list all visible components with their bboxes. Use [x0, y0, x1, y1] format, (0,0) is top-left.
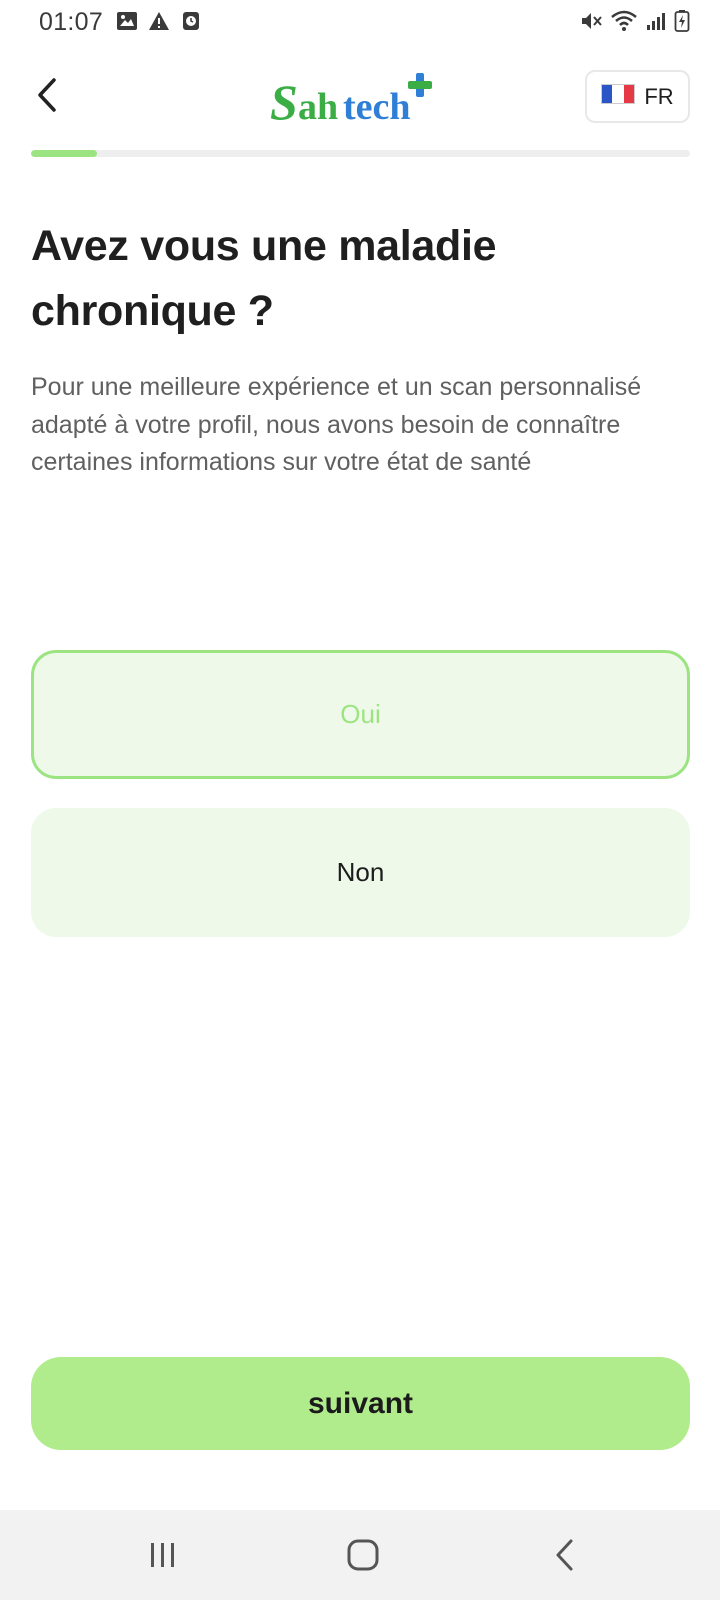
- image-icon: [116, 10, 138, 32]
- battery-charging-icon: [674, 9, 690, 33]
- status-time: 01:07: [39, 8, 104, 36]
- home-icon: [347, 1539, 379, 1571]
- progress-bar: [31, 150, 690, 157]
- back-icon: [556, 1539, 573, 1571]
- next-button-label: suivant: [307, 1386, 414, 1420]
- option-oui[interactable]: Oui: [31, 650, 690, 779]
- system-nav-bar: [0, 1510, 720, 1600]
- top-bar: S ah tech FR: [0, 60, 720, 140]
- alarm-icon: [180, 10, 202, 32]
- status-right-icons: [579, 9, 690, 33]
- question-title: Avez vous une maladie chronique ?: [31, 222, 497, 335]
- home-button[interactable]: [318, 1510, 408, 1600]
- recent-apps-icon: [151, 1543, 174, 1567]
- mute-icon: [579, 9, 603, 33]
- language-selector[interactable]: FR: [585, 70, 690, 123]
- option-label: Oui: [340, 699, 381, 729]
- french-flag-icon: [601, 82, 636, 111]
- status-left-icons: [116, 10, 202, 32]
- svg-text:tech: tech: [343, 86, 411, 128]
- svg-text:ah: ah: [298, 86, 338, 128]
- signal-icon: [645, 10, 667, 32]
- question-description: Pour une meilleure expérience et un scan…: [31, 373, 642, 476]
- progress-fill: [31, 150, 97, 157]
- chevron-left-icon: [38, 78, 56, 112]
- recent-apps-button[interactable]: [118, 1510, 208, 1600]
- back-button[interactable]: [22, 70, 72, 120]
- option-label: Non: [336, 857, 385, 887]
- next-button[interactable]: suivant: [31, 1357, 690, 1450]
- svg-text:S: S: [270, 74, 298, 128]
- language-code: FR: [644, 83, 674, 109]
- status-bar: 01:07: [0, 0, 720, 44]
- warning-icon: [148, 10, 170, 32]
- option-non[interactable]: Non: [31, 808, 690, 937]
- nav-back-button[interactable]: [520, 1510, 610, 1600]
- wifi-icon: [610, 9, 638, 33]
- sahtech-logo: S ah tech: [270, 70, 450, 130]
